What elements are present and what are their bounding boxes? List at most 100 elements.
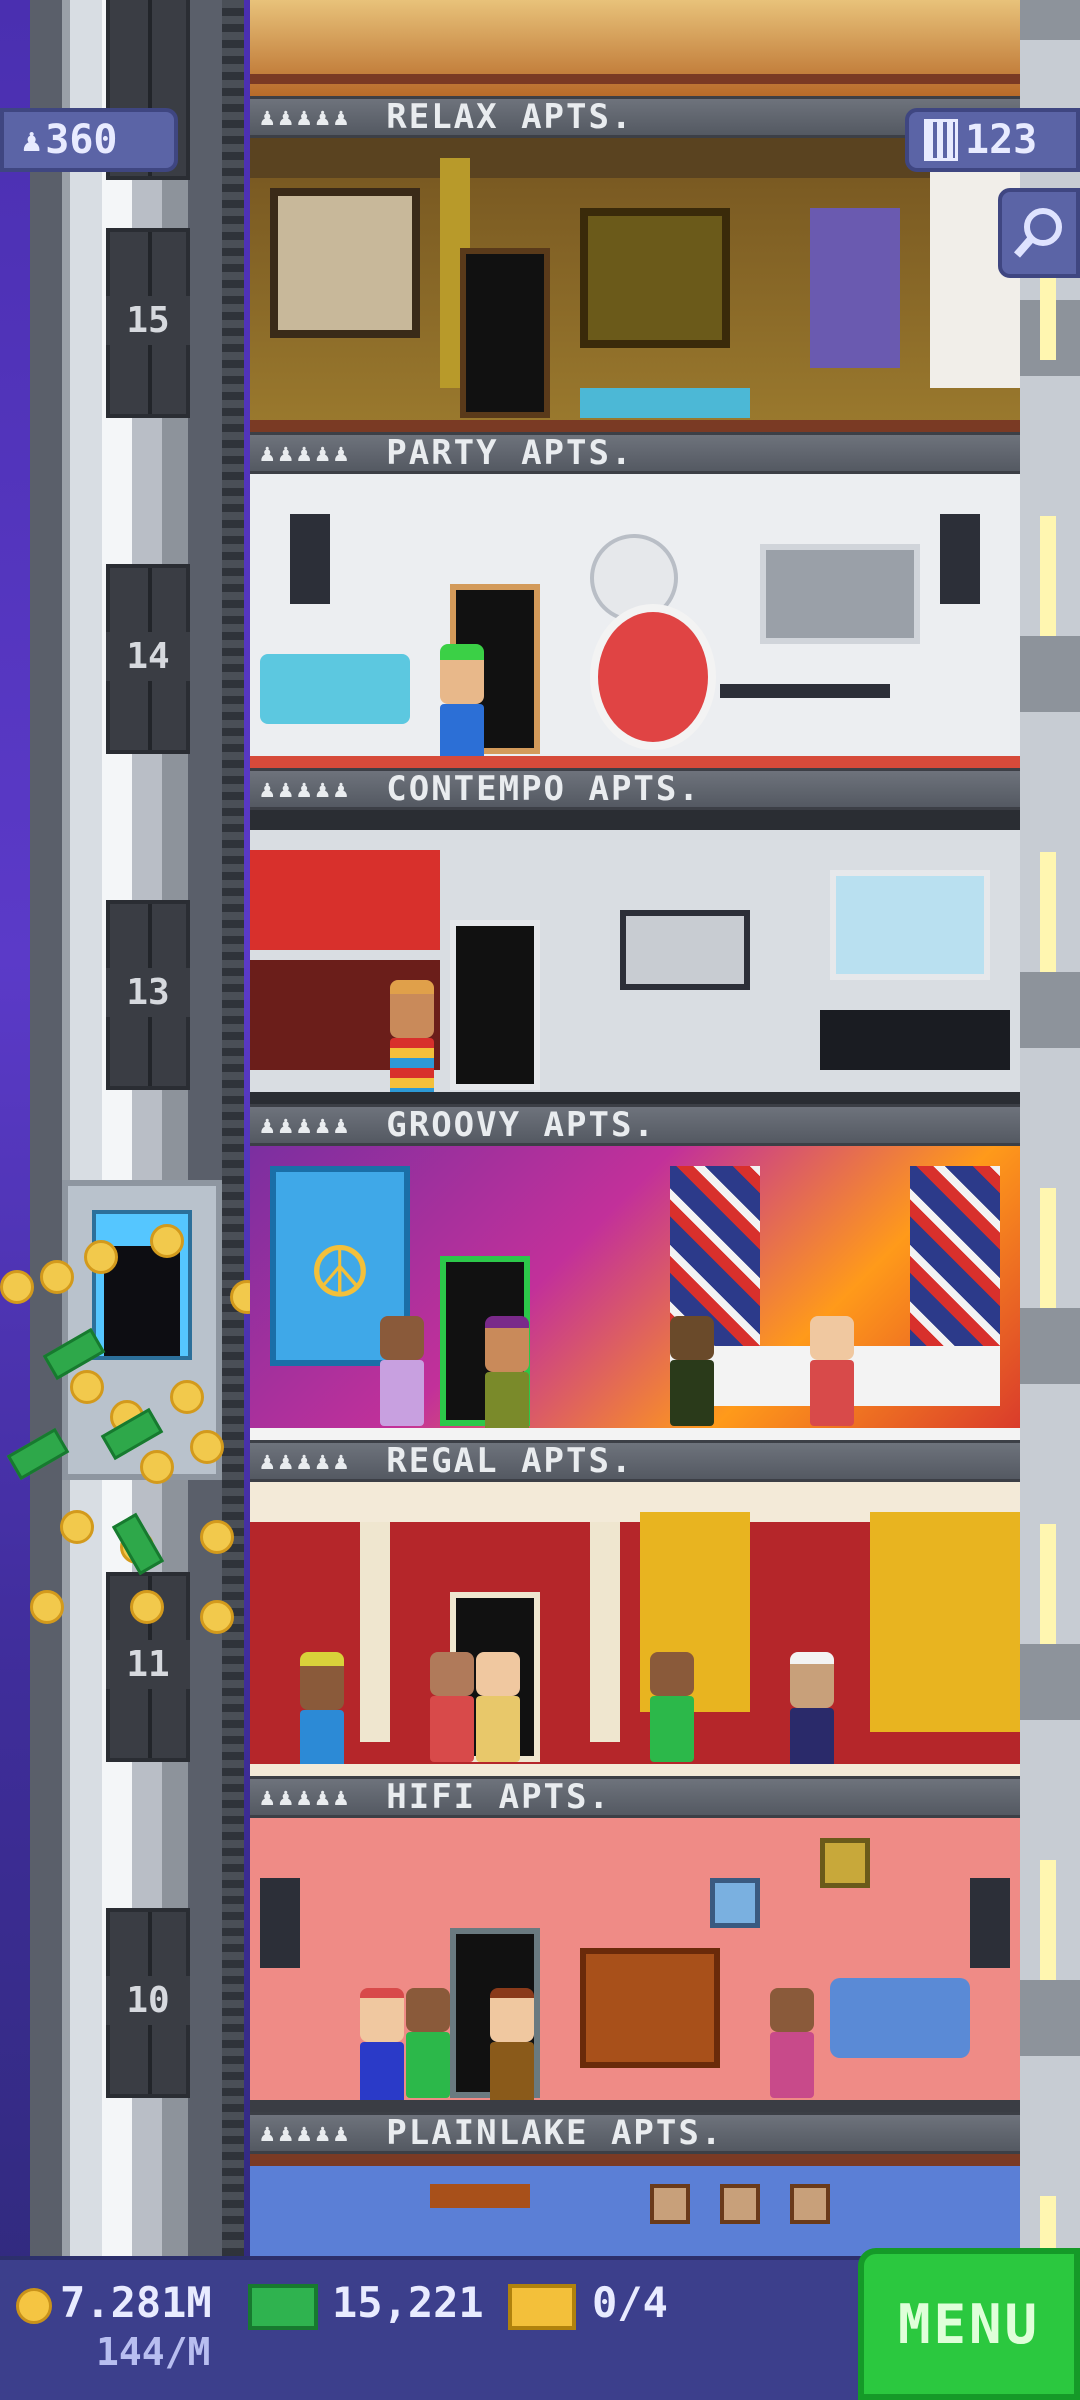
floor-base	[250, 1092, 1020, 1104]
coin-icon	[200, 1520, 234, 1554]
floor-number-10: 10	[106, 1976, 190, 2025]
floor-number-11: 11	[106, 1640, 190, 1689]
window-screen	[270, 188, 420, 338]
wall-light	[1040, 852, 1056, 972]
tenant[interactable]	[490, 1988, 534, 2108]
floor-banner: ♟♟♟♟♟ REGAL APTS.	[250, 1440, 1020, 1482]
rating-stars: ♟♟♟♟♟	[260, 439, 353, 467]
tenant[interactable]	[770, 1988, 814, 2098]
column	[590, 1522, 620, 1742]
tenant[interactable]	[300, 1652, 344, 1776]
tenant[interactable]	[406, 1988, 450, 2098]
tenant-head	[300, 1652, 344, 1710]
tenant[interactable]	[790, 1652, 834, 1774]
tenant-head	[650, 1652, 694, 1696]
tenant-head	[490, 1988, 534, 2042]
tenant-body	[650, 1696, 694, 1762]
wall-light	[1040, 1524, 1056, 1644]
rating-stars: ♟♟♟♟♟	[260, 1783, 353, 1811]
floor-banner: ♟♟♟♟♟ HIFI APTS.	[250, 1776, 1020, 1818]
tenant[interactable]	[440, 644, 484, 768]
coins-value: 7.281M	[60, 2278, 212, 2327]
tenant-body	[770, 2032, 814, 2098]
floor-name: PLAINLAKE APTS.	[386, 2113, 724, 2153]
apartment-door	[450, 920, 540, 1090]
floor-regal-apts[interactable]: ♟♟♟♟♟ REGAL APTS.	[250, 1440, 1020, 1776]
floor-party-apts[interactable]: ♟♟♟♟♟ PARTY APTS.	[250, 432, 1020, 768]
floor-banner: ♟♟♟♟♟ PARTY APTS.	[250, 432, 1020, 474]
bux-value: 15,221	[332, 2278, 484, 2327]
coin-icon	[140, 1450, 174, 1484]
tenant-body	[670, 1360, 714, 1426]
tenant[interactable]	[650, 1652, 694, 1762]
egg-chair	[590, 604, 716, 750]
tenant[interactable]	[810, 1316, 854, 1426]
tenant-head	[360, 1988, 404, 2042]
coin-icon	[130, 1590, 164, 1624]
search-button[interactable]	[998, 188, 1080, 278]
tenant[interactable]	[360, 1988, 404, 2108]
wall-picture	[820, 1838, 870, 1888]
floor-banner: ♟♟♟♟♟ CONTEMPO APTS.	[250, 768, 1020, 810]
tenant-body	[406, 2032, 450, 2098]
tenant-head	[485, 1316, 529, 1372]
tenant[interactable]	[485, 1316, 529, 1438]
tenant-head	[430, 1652, 474, 1696]
tenant[interactable]	[476, 1652, 520, 1762]
coin-icon	[16, 2288, 52, 2324]
floor-name: PARTY APTS.	[386, 433, 634, 473]
floor-name: REGAL APTS.	[386, 1441, 634, 1481]
floor-partial-top[interactable]	[250, 0, 1020, 96]
coin-icon	[0, 1270, 34, 1304]
floor-groovy-apts[interactable]: ♟♟♟♟♟ GROOVY APTS. ☮	[250, 1104, 1020, 1440]
coin-icon	[200, 1600, 234, 1634]
coffee-table	[720, 684, 890, 698]
rating-stars: ♟♟♟♟♟	[260, 775, 353, 803]
tv-screen	[760, 544, 920, 644]
room-interior	[250, 1482, 1020, 1776]
room-interior	[250, 1818, 1020, 2112]
floor-plainlake-apts[interactable]: ♟♟♟♟♟ PLAINLAKE APTS.	[250, 2112, 1020, 2256]
floor-name: RELAX APTS.	[386, 97, 634, 137]
building-icon	[924, 119, 958, 161]
tenant[interactable]	[430, 1652, 474, 1762]
shelf-window	[830, 870, 990, 980]
floor-name: GROOVY APTS.	[386, 1105, 656, 1145]
tenant[interactable]	[670, 1316, 714, 1426]
wall-light	[1040, 1188, 1056, 1308]
bed	[580, 388, 750, 418]
floor-number-13: 13	[106, 968, 190, 1017]
room-interior: ☮	[250, 1146, 1020, 1440]
coin-icon	[60, 1510, 94, 1544]
tenant[interactable]	[390, 980, 434, 1104]
floor-contempo-apts[interactable]: ♟♟♟♟♟ CONTEMPO APTS.	[250, 768, 1020, 1104]
wall-light	[1040, 1860, 1056, 1980]
sofa	[830, 1978, 970, 2058]
column	[360, 1522, 390, 1742]
ceiling-trim	[250, 2154, 1020, 2166]
magnifier-icon	[1013, 208, 1062, 258]
tenant-body	[380, 1360, 424, 1426]
tenant-head	[380, 1316, 424, 1360]
tenant-head	[770, 1988, 814, 2032]
room-interior	[250, 474, 1020, 768]
tickets-value: 0/4	[592, 2278, 668, 2327]
floor-banner: ♟♟♟♟♟ GROOVY APTS.	[250, 1104, 1020, 1146]
vip-ticket-icon	[508, 2284, 576, 2330]
floor-hifi-apts[interactable]: ♟♟♟♟♟ HIFI APTS.	[250, 1776, 1020, 2112]
coin-icon	[84, 1240, 118, 1274]
building-right-wall	[1020, 0, 1080, 2316]
tenant[interactable]	[380, 1316, 424, 1426]
rating-stars: ♟♟♟♟♟	[260, 1447, 353, 1475]
population-counter[interactable]: ♟ 360	[0, 108, 178, 172]
wall-light	[1040, 516, 1056, 636]
person-icon: ♟	[22, 121, 42, 159]
bed-frame	[820, 1010, 1010, 1070]
tenant-head	[810, 1316, 854, 1360]
gold-curtain	[870, 1512, 1020, 1732]
wall-shelf	[430, 2184, 530, 2208]
floor-counter[interactable]: 123	[905, 108, 1080, 172]
menu-button[interactable]: MENU	[858, 2248, 1080, 2400]
room-interior	[250, 2154, 1020, 2256]
tenant-head	[790, 1652, 834, 1708]
